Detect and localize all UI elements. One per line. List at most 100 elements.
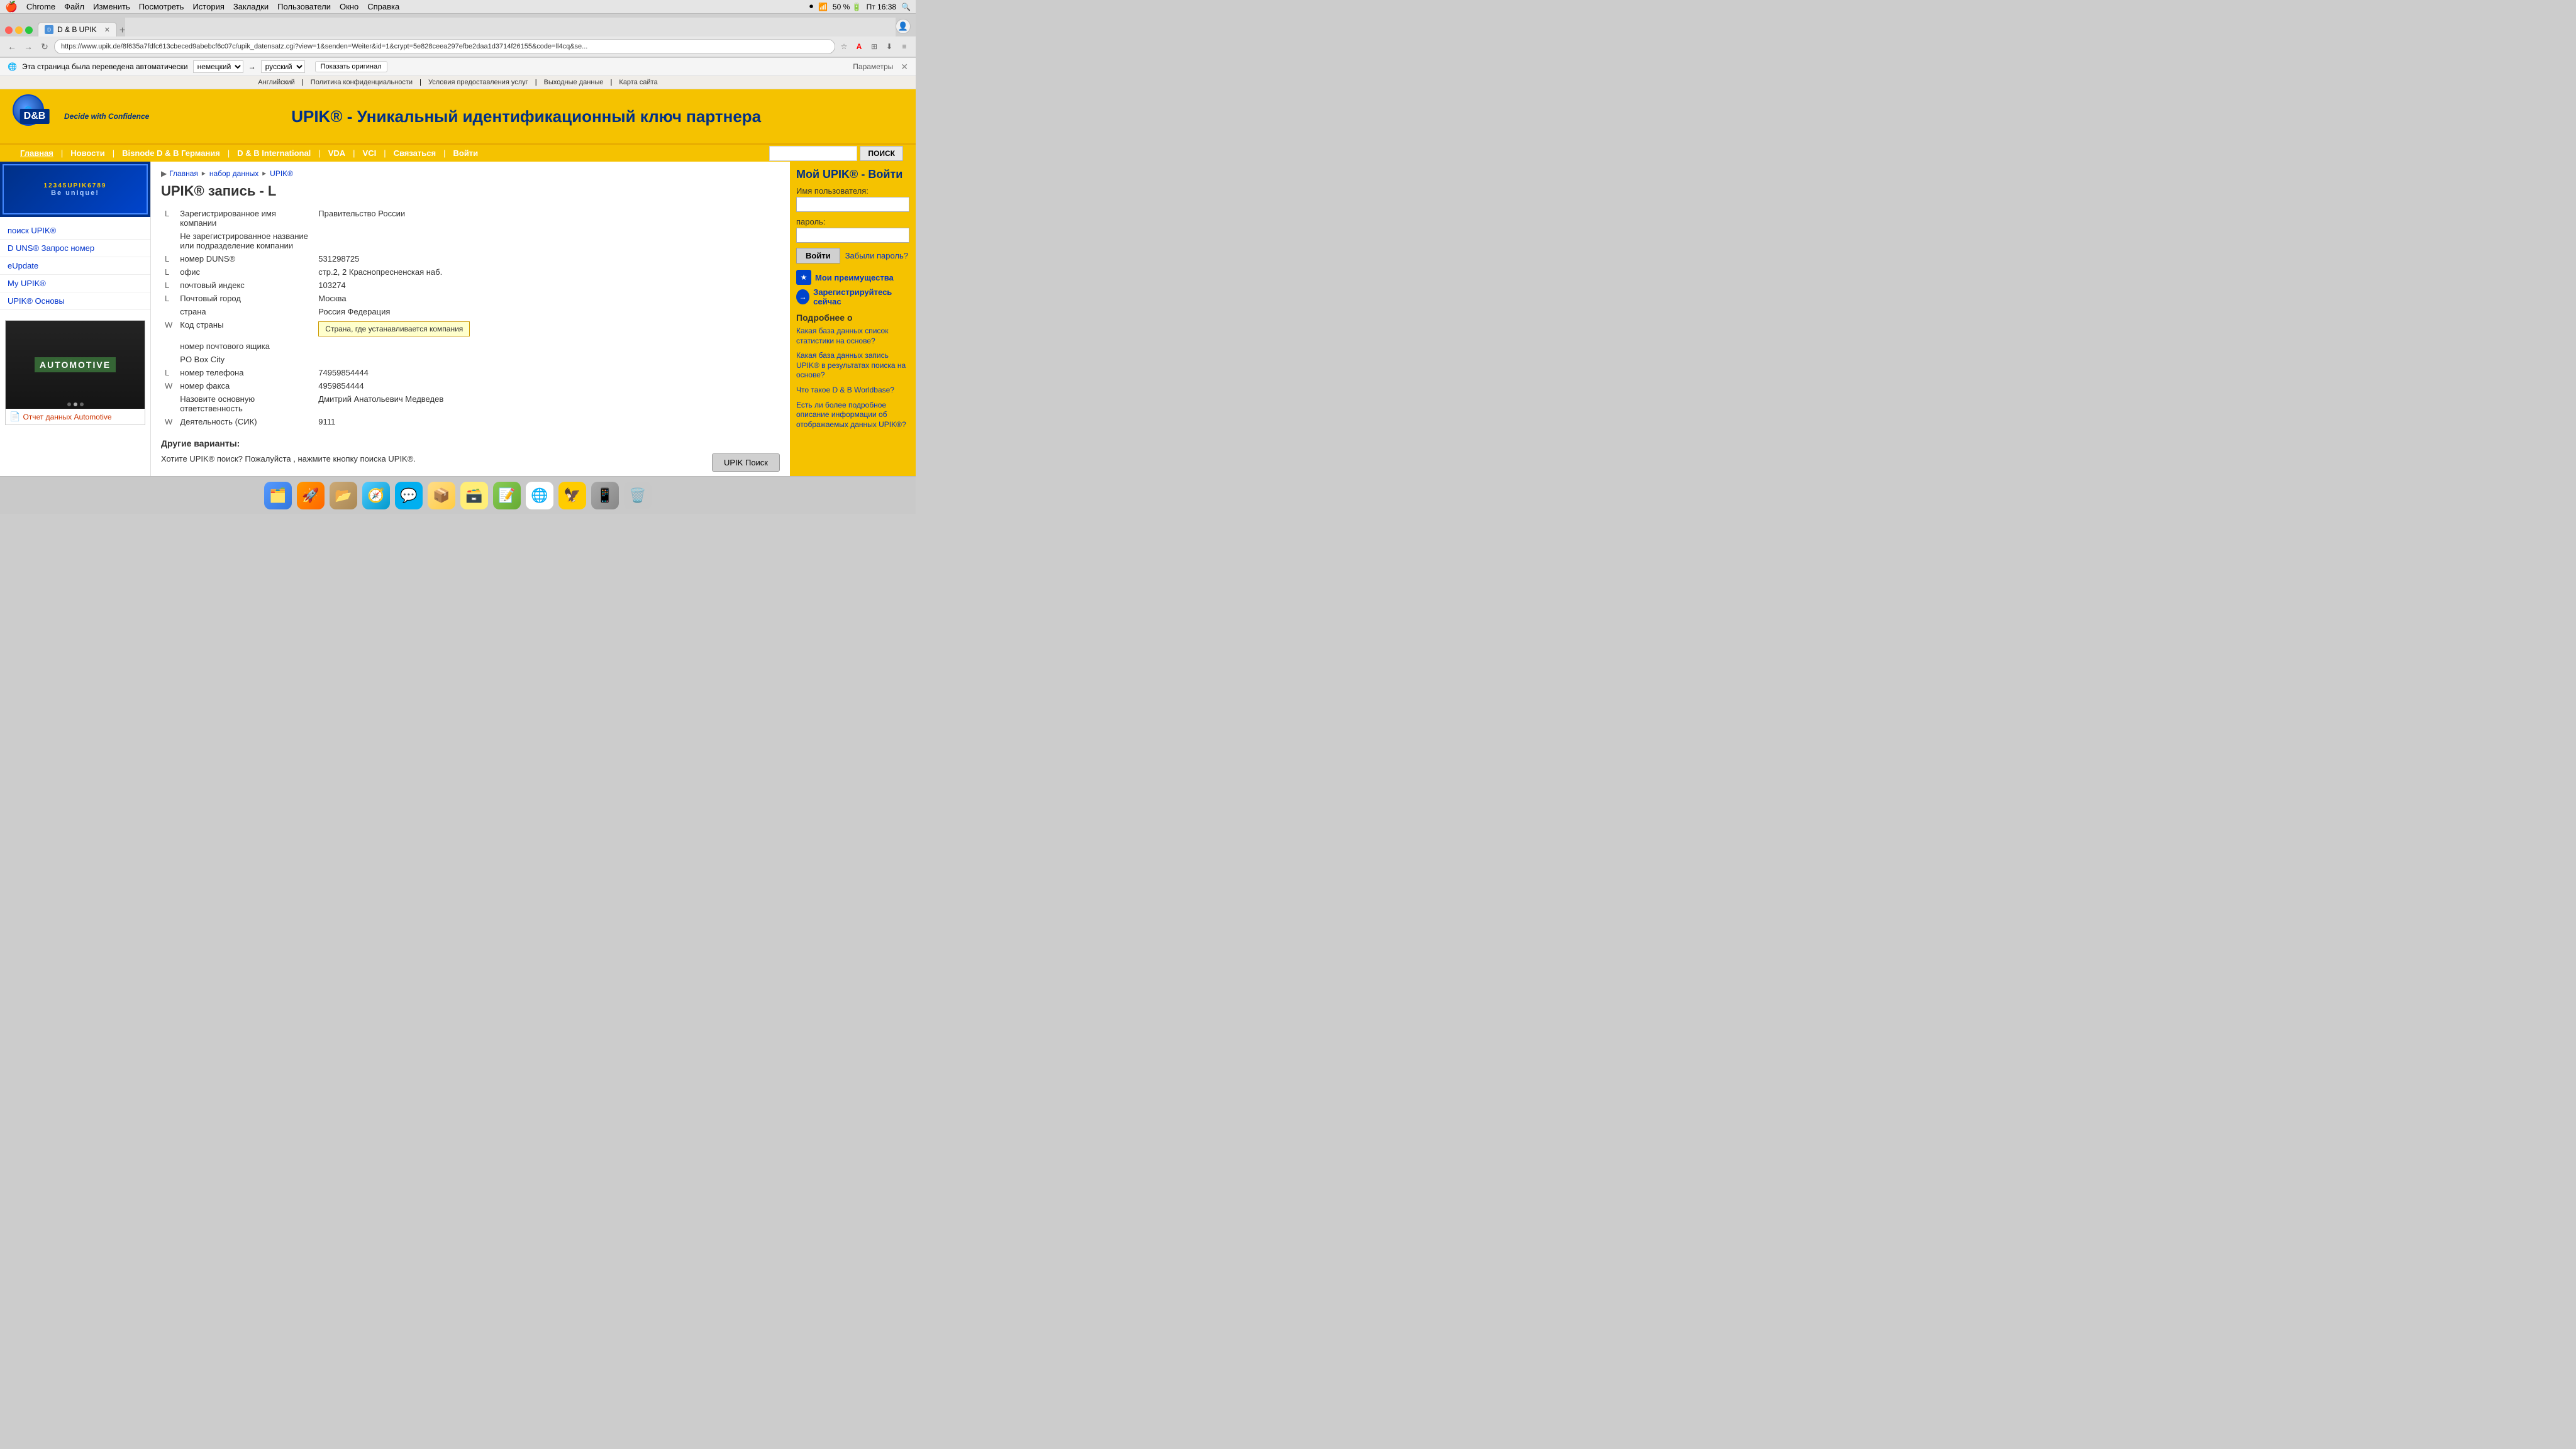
table-row: L Почтовый город Москва [161,292,780,305]
profile-btn[interactable]: 👤 [896,19,911,34]
breadcrumb-arrow: ▶ [161,169,167,178]
top-nav-links: Английский | Политика конфиденциальности… [0,76,916,89]
to-lang-select[interactable]: русский [261,60,305,73]
dock-iphone[interactable]: 📱 [591,482,619,509]
top-nav-sitemap[interactable]: Карта сайта [619,79,657,86]
breadcrumb-data[interactable]: набор данных [209,169,258,178]
menubar-chrome[interactable]: Chrome [26,2,55,11]
nav-home[interactable]: Главная [13,145,61,162]
menubar-profiles[interactable]: Пользователи [277,2,331,11]
from-lang-select[interactable]: немецкий [193,60,243,73]
dock-maps[interactable]: 📝 [493,482,521,509]
menubar-history[interactable]: История [192,2,224,11]
translation-close-btn[interactable]: ✕ [901,62,908,72]
nav-search-btn[interactable]: ПОИСК [860,146,903,161]
menubar-file[interactable]: Файл [64,2,84,11]
dock-files[interactable]: 📂 [330,482,357,509]
dock-launchpad[interactable]: 🚀 [297,482,325,509]
nav-international[interactable]: D & B International [230,145,318,162]
tab-close-btn[interactable]: ✕ [104,26,110,34]
table-row: W номер факса 4959854444 [161,379,780,392]
more-info-link-2[interactable]: Что такое D & B Worldbase? [796,386,909,396]
top-nav-english[interactable]: Английский [258,79,295,86]
sidebar-nav-search[interactable]: поиск UPIK® [0,222,150,240]
advantages-link[interactable]: Мои преимущества [815,273,894,282]
back-btn[interactable]: ← [5,40,19,53]
browser-toolbar: ← → ↻ ☆ A ⊞ ⬇ ≡ [0,36,916,57]
spotlight-icon[interactable]: 🔍 [901,3,911,11]
table-row: W Код страны Страна, где устанавливается… [161,318,780,340]
menubar: 🍎 Chrome Файл Изменить Посмотреть Истори… [0,0,916,14]
more-info-link-1[interactable]: Какая база данных запись UPIK® в результ… [796,351,909,380]
table-row: страна Россия Федерация [161,305,780,318]
dock-canary[interactable]: 🦅 [558,482,586,509]
password-label: пароль: [796,217,909,226]
nav-login[interactable]: Войти [445,145,486,162]
browser-tab-active[interactable]: D D & B UPIK ✕ [38,22,117,36]
sidebar-upik-image: 12345UPIK6789 Be unique! [3,164,148,214]
forgot-password-link[interactable]: Забыли пароль? [845,251,908,260]
dock-notes[interactable]: 📦 [428,482,455,509]
top-nav-privacy[interactable]: Политика конфиденциальности [311,79,413,86]
nav-vda[interactable]: VDA [321,145,353,162]
username-input[interactable] [796,197,909,212]
more-info-link-0[interactable]: Какая база данных список статистики на о… [796,326,909,346]
top-nav-terms[interactable]: Условия предоставления услуг [428,79,528,86]
dock-chrome[interactable]: 🌐 [526,482,553,509]
sidebar-nav-basics[interactable]: UPIK® Основы [0,292,150,310]
dock-safari[interactable]: 🧭 [362,482,390,509]
menubar-help[interactable]: Справка [367,2,399,11]
top-nav-imprint[interactable]: Выходные данные [544,79,604,86]
sidebar-nav-eupdate[interactable]: eUpdate [0,257,150,275]
menu-btn[interactable]: ≡ [898,40,911,53]
login-btn[interactable]: Войти [796,248,840,264]
sidebar-nav-myupik[interactable]: My UPIK® [0,275,150,292]
table-row: Назовите основную ответственность Дмитри… [161,392,780,415]
dock-skype[interactable]: 💬 [395,482,423,509]
password-input[interactable] [796,228,909,243]
menubar-view[interactable]: Посмотреть [139,2,184,11]
extension-btn[interactable]: ⊞ [868,40,880,53]
more-info-link-3[interactable]: Есть ли более подробное описание информа… [796,401,909,430]
breadcrumb: ▶ Главная ► набор данных ► UPIK® [161,169,780,178]
window-minimize[interactable] [15,26,23,34]
alternatives-title: Другие варианты: [161,438,780,448]
nav-bisnode[interactable]: Bisnode D & B Германия [114,145,228,162]
new-tab-btn[interactable]: + [119,25,125,36]
forward-btn[interactable]: → [21,40,35,53]
menubar-edit[interactable]: Изменить [93,2,130,11]
table-row: PO Box City [161,353,780,366]
show-original-btn[interactable]: Показать оригинал [315,61,387,72]
sidebar-banner: 12345UPIK6789 Be unique! [0,162,150,217]
breadcrumb-home[interactable]: Главная [169,169,198,178]
nav-search-input[interactable] [769,146,857,161]
window-close[interactable] [5,26,13,34]
dock-trash[interactable]: 🗑️ [624,482,652,509]
menubar-window[interactable]: Окно [340,2,358,11]
register-link[interactable]: Зарегистрируйтесь сейчас [813,287,909,306]
username-label: Имя пользователя: [796,186,909,196]
download-btn[interactable]: ⬇ [883,40,896,53]
nav-vci[interactable]: VCI [355,145,384,162]
nav-contact[interactable]: Связаться [386,145,444,162]
record-title: UPIK® запись - L [161,183,780,199]
sidebar-ad-link[interactable]: Отчет данных Automotive [23,413,111,421]
menubar-bookmarks[interactable]: Закладки [233,2,269,11]
window-maximize[interactable] [25,26,33,34]
breadcrumb-current[interactable]: UPIK® [270,169,293,178]
adblock-btn[interactable]: A [853,40,865,53]
table-row: L почтовый индекс 103274 [161,279,780,292]
translation-label: Эта страница была переведена автоматичес… [22,62,188,71]
row-value: Правительство России [314,207,780,230]
translation-settings[interactable]: Параметры [853,62,893,71]
dock-finder[interactable]: 🗂️ [264,482,292,509]
address-bar[interactable] [54,39,835,54]
nav-news[interactable]: Новости [63,145,113,162]
sidebar-nav-duns[interactable]: D UNS® Запрос номер [0,240,150,257]
table-row: L офис стр.2, 2 Краснопресненская наб. [161,265,780,279]
bookmark-btn[interactable]: ☆ [838,40,850,53]
dock-stickies[interactable]: 🗃️ [460,482,488,509]
refresh-btn[interactable]: ↻ [38,40,52,53]
apple-menu[interactable]: 🍎 [5,1,18,13]
upik-search-btn[interactable]: UPIK Поиск [712,453,780,472]
